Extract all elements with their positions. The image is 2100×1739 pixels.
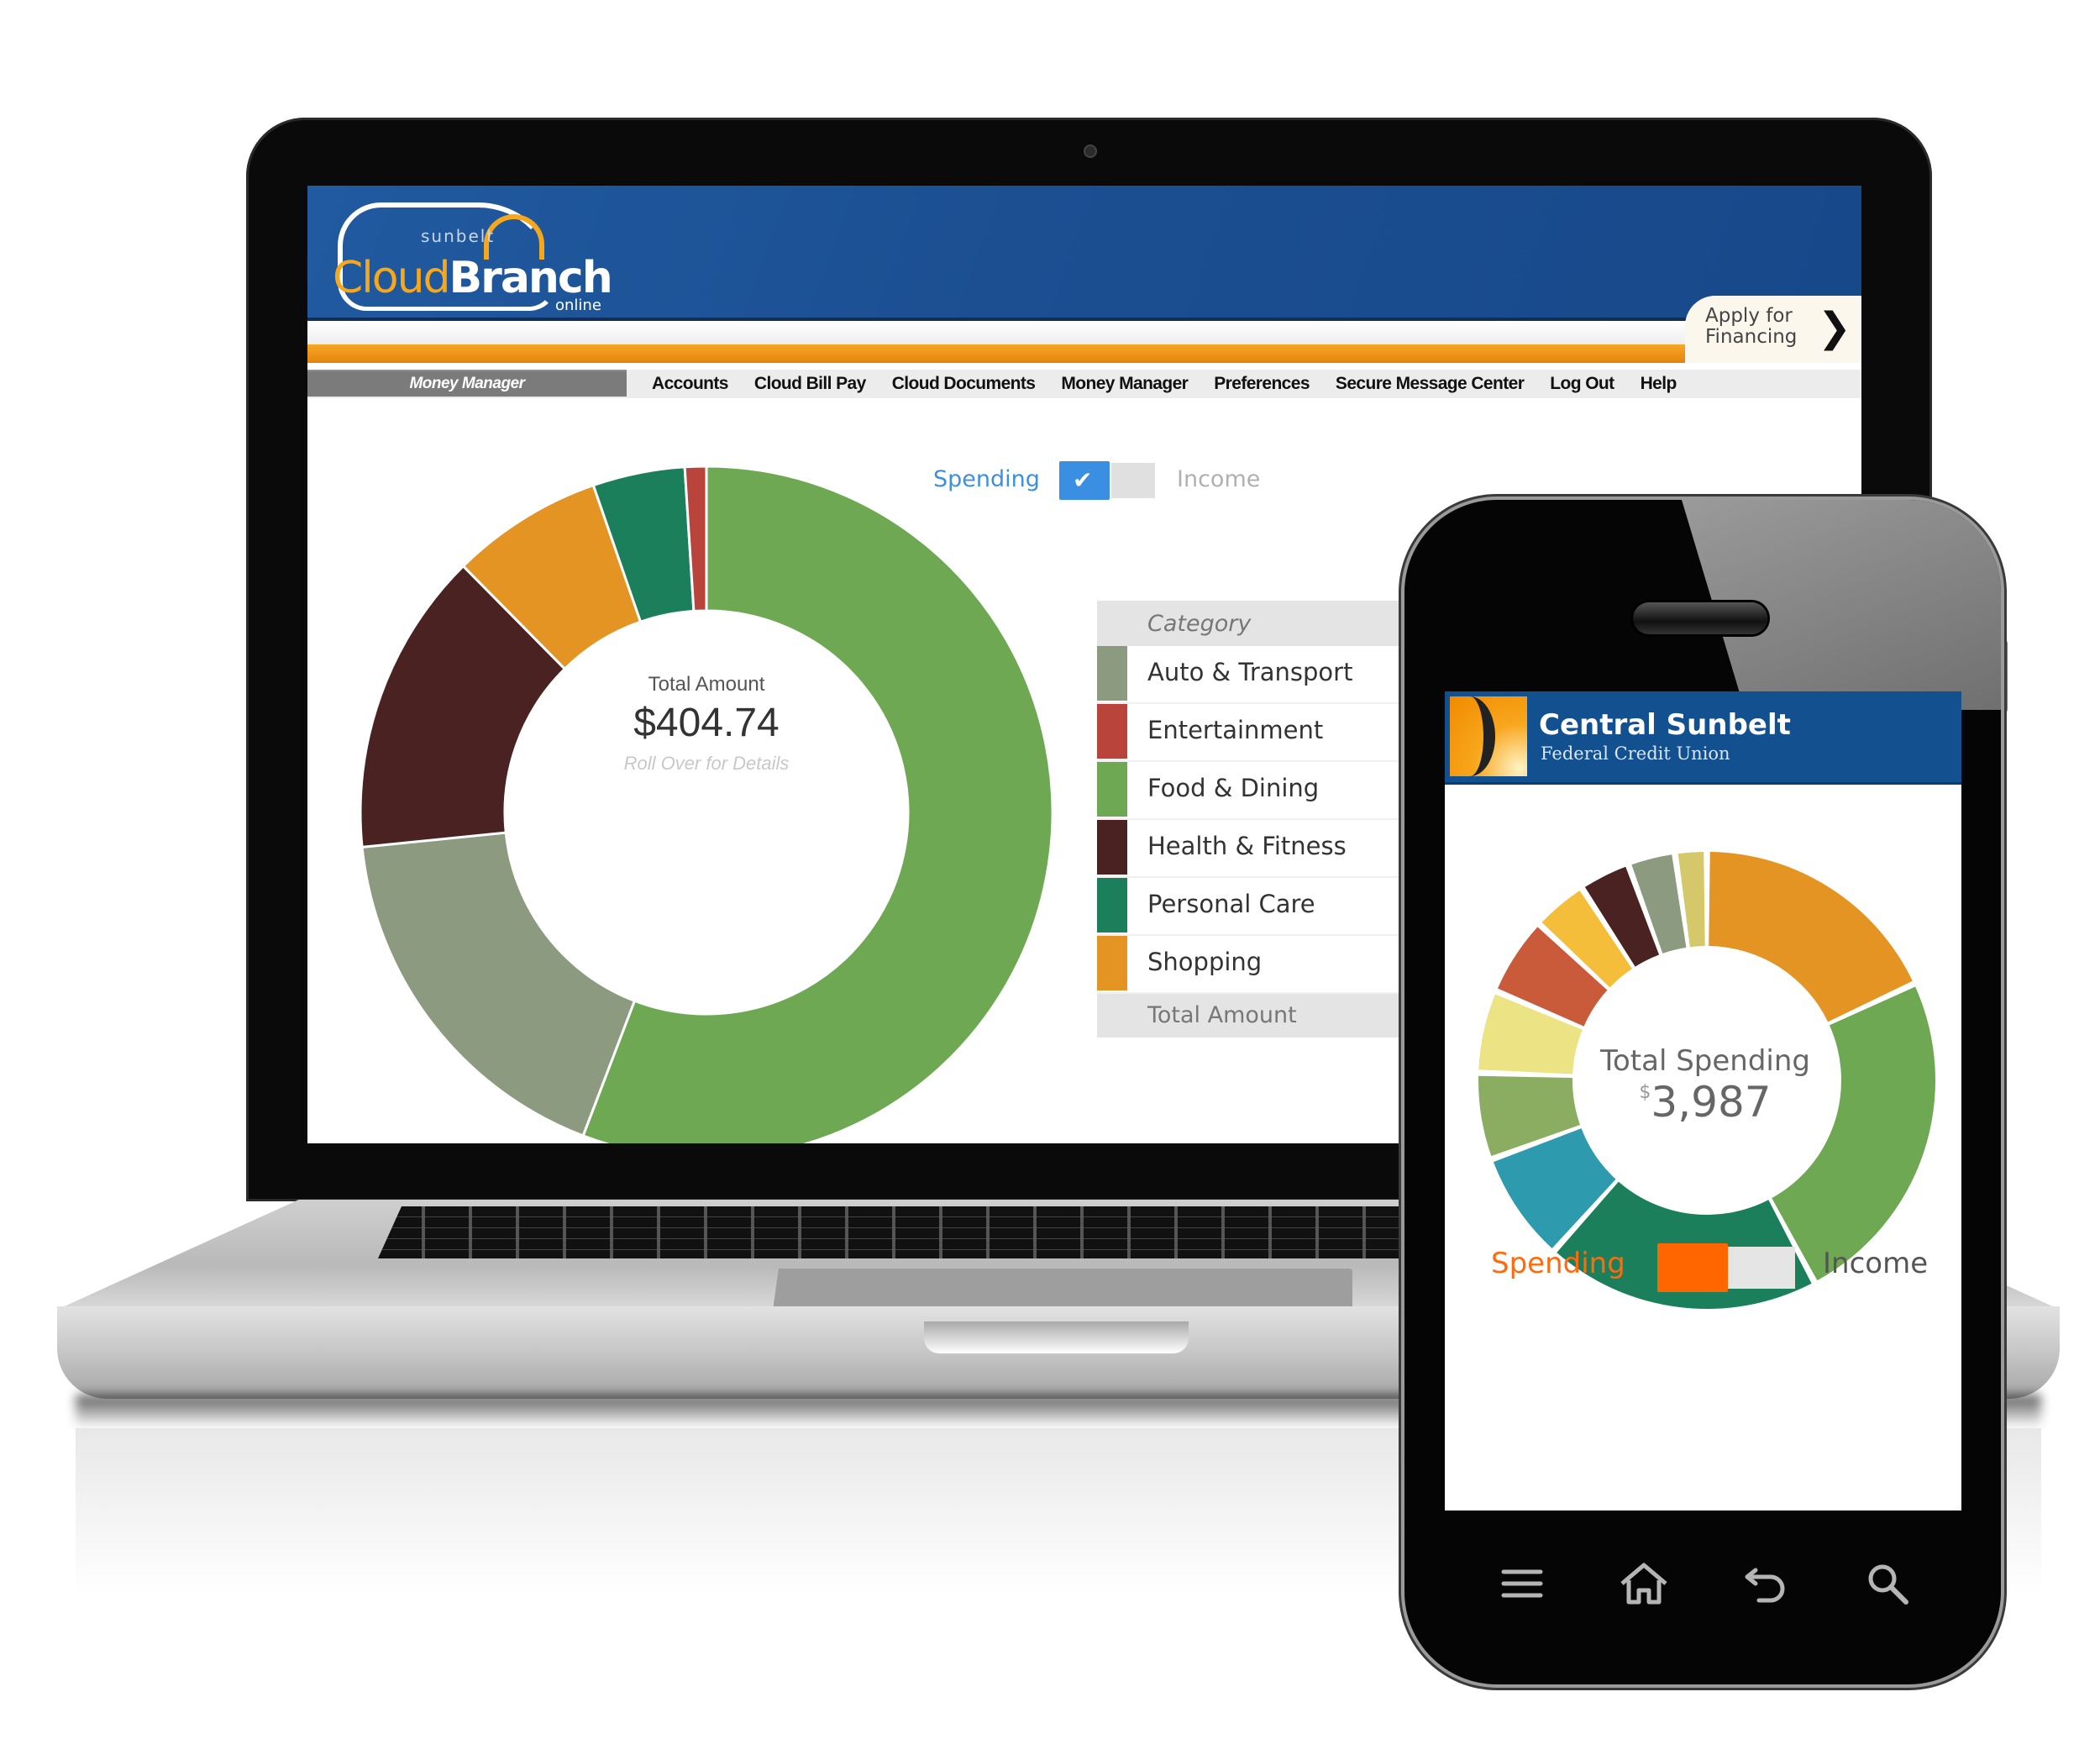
keyboard-rows bbox=[378, 1206, 1554, 1258]
phone-donut-center: Total Spending $3,987 bbox=[1571, 1044, 1840, 1127]
legend-label: Auto & Transport bbox=[1147, 658, 1353, 686]
phone-spending-income-toggle: Spending Income bbox=[1491, 1235, 1928, 1294]
menu-icon[interactable] bbox=[1497, 1558, 1547, 1609]
phone-total-label: Total Spending bbox=[1599, 1044, 1810, 1078]
legend-row[interactable]: Entertainment bbox=[1097, 704, 1433, 762]
legend-swatch bbox=[1097, 936, 1127, 990]
legend-header: Category bbox=[1097, 601, 1433, 646]
legend-swatch bbox=[1097, 704, 1127, 759]
category-legend: Category Auto & Transport Entertainment … bbox=[1097, 601, 1433, 1038]
donut-total-value: $404.74 bbox=[633, 701, 780, 745]
phone-nav-bar bbox=[1404, 1550, 2001, 1617]
donut-hint: Roll Over for Details bbox=[623, 753, 790, 774]
back-icon[interactable] bbox=[1740, 1558, 1791, 1609]
legend-row[interactable]: Personal Care bbox=[1097, 878, 1433, 936]
phone-device: Central Sunbelt Federal Credit Union Tot… bbox=[1404, 500, 2001, 1684]
laptop-notch bbox=[924, 1321, 1189, 1353]
legend-label: Food & Dining bbox=[1147, 774, 1320, 802]
home-icon[interactable] bbox=[1619, 1558, 1669, 1609]
legend-label: Shopping bbox=[1147, 948, 1263, 976]
legend-row[interactable]: Shopping bbox=[1097, 936, 1433, 994]
laptop-donut-center: Total Amount $404.74 Roll Over for Detai… bbox=[580, 673, 832, 775]
legend-swatch bbox=[1097, 878, 1127, 933]
phone-toggle-spending-label[interactable]: Spending bbox=[1491, 1247, 1625, 1280]
phone-total-value: $3,987 bbox=[1571, 1078, 1840, 1127]
phone-speaker bbox=[1633, 602, 1767, 634]
legend-row[interactable]: Health & Fitness bbox=[1097, 820, 1433, 878]
legend-swatch bbox=[1097, 820, 1127, 875]
donut-slice-auto-transport[interactable] bbox=[360, 831, 637, 1137]
trackpad bbox=[773, 1269, 1352, 1311]
phone-toggle-income-label[interactable]: Income bbox=[1823, 1247, 1928, 1280]
phone-toggle-income-button[interactable] bbox=[1728, 1247, 1795, 1289]
phone-total-amount: 3,987 bbox=[1651, 1078, 1772, 1127]
donut-slice-slice-1[interactable] bbox=[1709, 852, 1913, 1022]
phone-toggle-spending-button[interactable] bbox=[1657, 1243, 1728, 1292]
legend-swatch bbox=[1097, 762, 1127, 817]
legend-footer: Total Amount bbox=[1097, 994, 1433, 1038]
currency-symbol: $ bbox=[1639, 1082, 1651, 1103]
legend-footer-label: Total Amount bbox=[1147, 1002, 1297, 1028]
legend-swatch bbox=[1097, 646, 1127, 701]
legend-label: Entertainment bbox=[1147, 716, 1324, 744]
legend-label: Health & Fitness bbox=[1147, 832, 1347, 860]
phone-screen: Central Sunbelt Federal Credit Union Tot… bbox=[1445, 691, 1961, 1510]
legend-header-label: Category bbox=[1147, 611, 1252, 637]
search-icon[interactable] bbox=[1862, 1558, 1913, 1609]
donut-total-label: Total Amount bbox=[648, 673, 765, 696]
legend-label: Personal Care bbox=[1147, 890, 1315, 918]
legend-row[interactable]: Auto & Transport bbox=[1097, 646, 1433, 704]
legend-row[interactable]: Food & Dining bbox=[1097, 762, 1433, 820]
webcam-icon bbox=[1084, 144, 1097, 158]
